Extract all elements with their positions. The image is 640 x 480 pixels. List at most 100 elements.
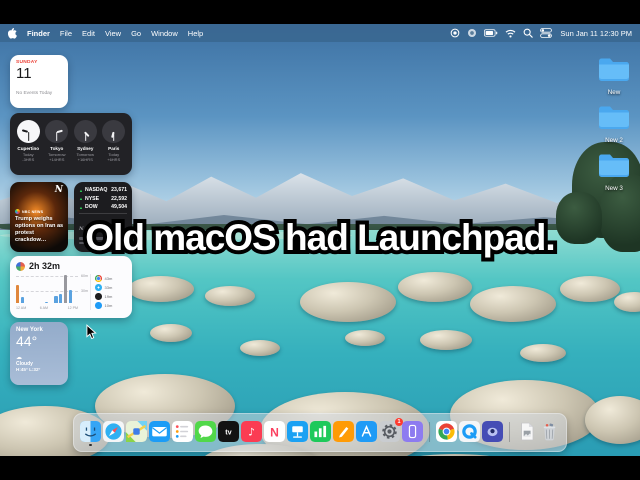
safari-icon — [103, 421, 124, 442]
folder-label: New 2 — [605, 137, 623, 144]
menu-bar: Finder File Edit View Go Window Help Sun Jan 1… — [0, 24, 640, 42]
desktop-folder-new[interactable]: New — [592, 55, 636, 96]
nbc-peacock-icon — [15, 209, 20, 214]
stock-symbol: NYSE — [84, 195, 100, 202]
news-icon: N — [264, 421, 285, 442]
appstore-icon — [356, 421, 377, 442]
dock-item-finder[interactable] — [80, 421, 101, 446]
iphone-mirroring-icon — [402, 421, 423, 442]
wallpaper-rock — [240, 340, 280, 356]
dock-item-pages[interactable] — [333, 421, 354, 442]
clock-offset: +14HRS — [49, 157, 65, 162]
world-clock-tokyo: Tokyo Tomorrow +14HRS — [43, 120, 71, 162]
news-publisher-mark: N — [54, 185, 63, 195]
numbers-icon — [310, 421, 331, 442]
screen-time-widget[interactable]: 2h 32m 60m 30m 12 AM 6 AM 12 PM 43m 33m 19 — [10, 256, 132, 318]
stock-value: 23,671 — [111, 187, 127, 193]
menu-edit[interactable]: Edit — [82, 29, 95, 38]
usage-bar — [68, 290, 72, 303]
dock-item-photobooth[interactable] — [482, 421, 503, 442]
app-usage-duration: 33m — [104, 284, 113, 290]
x-axis-label: 12 AM — [16, 306, 27, 310]
dock-item-document[interactable] — [516, 421, 537, 442]
stock-symbol: NASDAQ — [84, 187, 108, 193]
weather-high-low: H:45° L:32° — [16, 367, 41, 372]
calendar-day-number: 11 — [16, 65, 32, 82]
dock-separator — [509, 421, 510, 442]
finder-icon — [80, 421, 101, 442]
dock-item-numbers[interactable] — [310, 421, 331, 442]
chrome-mini-icon — [95, 275, 102, 282]
maps-icon — [126, 421, 147, 442]
dock-item-quicktime[interactable] — [459, 421, 480, 442]
desktop-folder-new-3[interactable]: New 3 — [592, 151, 636, 192]
dock-item-news[interactable]: N — [264, 421, 285, 442]
menu-go[interactable]: Go — [131, 29, 141, 38]
weather-widget[interactable]: New York 44° ☁ Cloudy H:45° L:32° — [10, 322, 68, 385]
app-usage-row: 19m — [95, 293, 126, 300]
world-clock-widget[interactable]: Cupertino Today -3HRS Tokyo Tomorrow +14HRS Sy… — [10, 113, 132, 175]
dock-item-safari[interactable] — [103, 421, 124, 442]
stock-row-nyse: ▲ NYSE 22,592 — [79, 196, 127, 202]
menu-status-area: Sun Jan 11 12:30 PM — [450, 28, 632, 38]
photobooth-icon — [482, 421, 503, 442]
dock-item-keynote[interactable] — [287, 421, 308, 442]
dock-item-trash[interactable] — [539, 421, 560, 442]
svg-text:N: N — [270, 425, 279, 439]
stock-symbol: DOW — [84, 204, 98, 210]
dock-item-mail[interactable] — [149, 421, 170, 442]
clock-city: Tokyo — [50, 146, 64, 151]
dock-item-music[interactable]: ♪ — [241, 421, 262, 442]
battery-icon[interactable] — [484, 29, 498, 37]
wallpaper-rock — [345, 330, 385, 346]
stock-row-nasdaq: ▲ NASDAQ 23,671 — [79, 187, 127, 193]
dock-item-maps[interactable] — [126, 421, 147, 442]
calendar-widget[interactable]: SUNDAY 11 No Events Today — [10, 55, 68, 108]
screen-recording-icon[interactable] — [450, 28, 460, 38]
control-center-icon[interactable] — [540, 28, 553, 38]
usage-bar — [54, 296, 58, 303]
dock-item-settings[interactable]: 1 — [379, 418, 403, 442]
news-source: NBC NEWS — [22, 209, 44, 214]
wifi-icon[interactable] — [505, 29, 516, 38]
usage-bar — [44, 301, 49, 303]
dock-item-appletv[interactable]: tv — [218, 421, 239, 442]
screen-time-chart: 60m 30m 12 AM 6 AM 12 PM — [16, 274, 88, 310]
dock-item-reminders[interactable] — [172, 421, 193, 442]
dock: tv ♪ N 1 — [73, 413, 567, 452]
letterbox-top — [0, 0, 640, 24]
mouse-cursor — [86, 324, 97, 346]
screen-time-app-icon — [16, 261, 25, 271]
dock-item-appstore[interactable] — [356, 421, 377, 442]
calendar-status: No Events Today — [16, 91, 53, 96]
stock-row-dow: ▲ DOW 49,504 — [79, 204, 127, 210]
messages-icon — [195, 421, 216, 442]
menu-extra-icon[interactable] — [467, 28, 477, 38]
apple-menu-icon[interactable] — [8, 27, 18, 39]
spotlight-icon[interactable] — [523, 28, 534, 38]
divider — [79, 213, 127, 214]
desktop-folder-new-2[interactable]: New 2 — [592, 103, 636, 144]
dock-separator — [429, 421, 430, 442]
clock-face — [16, 120, 40, 143]
dock-item-iphone-mirroring[interactable] — [402, 421, 423, 442]
menu-file[interactable]: File — [60, 29, 72, 38]
menu-finder[interactable]: Finder — [27, 29, 50, 38]
dock-item-messages[interactable] — [195, 421, 216, 442]
menu-bar-clock[interactable]: Sun Jan 11 12:30 PM — [560, 29, 632, 38]
cloud-icon: ☁ — [16, 354, 22, 361]
folder-label: New — [607, 89, 621, 96]
document-icon — [521, 422, 534, 441]
menu-window[interactable]: Window — [151, 29, 178, 38]
clock-city: Cupertino — [17, 146, 40, 151]
menu-view[interactable]: View — [105, 29, 121, 38]
pages-icon — [333, 421, 354, 442]
video-caption: Old macOS had Launchpad. Old macOS had L… — [0, 213, 640, 262]
menu-help[interactable]: Help — [188, 29, 203, 38]
app-usage-duration: 43m — [104, 275, 113, 281]
clock-offset: -3HRS — [22, 157, 35, 162]
dock-item-chrome[interactable] — [436, 421, 457, 442]
quicktime-icon — [459, 421, 480, 442]
stock-up-arrow-icon: ▲ — [79, 196, 83, 201]
clock-offset: +16HRS — [77, 157, 93, 162]
